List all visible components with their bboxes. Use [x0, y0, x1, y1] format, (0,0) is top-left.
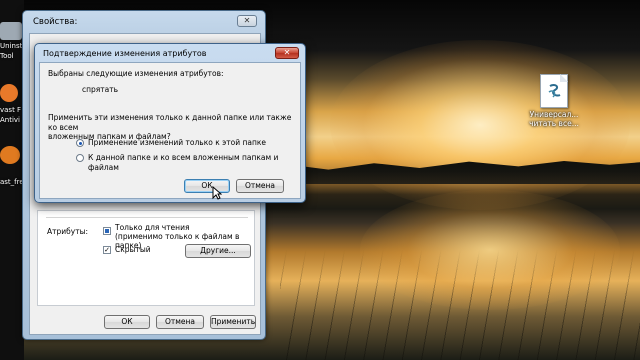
file-label: Универсал... читать все... — [524, 110, 584, 128]
reeds-silhouette — [280, 250, 640, 360]
ok-button[interactable]: ОК — [104, 315, 150, 329]
desktop-label-avast: vast F — [0, 106, 22, 114]
dialog-title: Подтверждение изменения атрибутов — [43, 49, 207, 58]
properties-close-button[interactable]: ✕ — [237, 15, 257, 27]
selected-changes-text: Выбраны следующие изменения атрибутов: — [48, 69, 224, 78]
desktop-label-uninst: Uninst — [0, 42, 23, 50]
other-attributes-button[interactable]: Другие... — [185, 244, 251, 258]
mouse-cursor-icon — [212, 186, 222, 200]
attributes-panel: Атрибуты: Только для чтения (применимо т… — [37, 210, 255, 306]
dialog-cancel-button[interactable]: Отмена — [236, 179, 284, 193]
document-graphic-icon — [548, 83, 561, 98]
divider — [46, 217, 248, 218]
confirm-attributes-dialog: Подтверждение изменения атрибутов ✕ Выбр… — [34, 43, 306, 203]
change-item: спрятать — [82, 85, 119, 94]
document-icon[interactable] — [540, 74, 568, 108]
avast-icon[interactable] — [0, 84, 18, 102]
desktop-label-antivirus: Antivi — [0, 116, 21, 124]
option-this-folder-label[interactable]: Применение изменений только к этой папке — [88, 138, 266, 148]
option-all-subfolders-radio[interactable] — [76, 154, 84, 162]
attributes-label: Атрибуты: — [47, 227, 89, 236]
file-label-line1: Универсал... — [529, 110, 579, 119]
cancel-button[interactable]: Отмена — [156, 315, 204, 329]
dialog-ok-button[interactable]: ОК — [184, 179, 230, 193]
readonly-label-line1: Только для чтения — [115, 223, 190, 232]
properties-title: Свойства: — [33, 17, 78, 27]
desktop-label-tool: Tool — [0, 52, 14, 60]
question-line1: Применить эти изменения только к данной … — [48, 113, 292, 132]
file-label-line2: читать все... — [529, 119, 579, 128]
readonly-checkbox[interactable] — [103, 227, 111, 235]
uninstall-tool-icon[interactable] — [0, 22, 22, 40]
left-desktop-strip: Uninst Tool vast F Antivi ast_fre — [0, 0, 24, 360]
hidden-label: Скрытый — [115, 245, 151, 254]
desktop-label-avast-free: ast_fre — [0, 178, 24, 186]
avast-setup-icon[interactable] — [0, 146, 20, 164]
dialog-body: Выбраны следующие изменения атрибутов: с… — [39, 62, 301, 199]
hidden-checkbox[interactable]: ✓ — [103, 246, 111, 254]
option-this-folder-radio[interactable] — [76, 139, 84, 147]
sunset-glow — [330, 40, 630, 210]
option-all-subfolders-label[interactable]: К данной папке и ко всем вложенным папка… — [88, 153, 300, 172]
dialog-close-button[interactable]: ✕ — [275, 47, 299, 59]
apply-button[interactable]: Применить — [210, 315, 256, 329]
